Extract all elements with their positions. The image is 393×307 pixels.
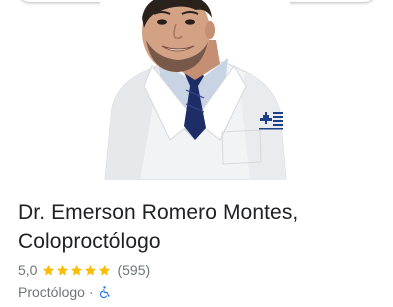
meta-row: Proctólogo · (18, 283, 111, 301)
star-icon (85, 264, 97, 275)
place-category: Proctólogo (18, 284, 85, 300)
doctor-photo[interactable] (100, 0, 290, 180)
separator: · (88, 284, 94, 300)
star-icon (57, 264, 69, 275)
rating-value: 5,0 (18, 262, 38, 278)
rating-row[interactable]: 5,0 (595) (18, 261, 150, 279)
place-title[interactable]: Dr. Emerson Romero Montes, Coloproctólog… (18, 198, 378, 256)
place-card: Dr. Emerson Romero Montes, Coloproctólog… (0, 0, 393, 307)
star-icon (43, 264, 55, 275)
star-rating (42, 264, 112, 277)
star-icon (71, 264, 83, 275)
review-count[interactable]: (595) (117, 262, 150, 278)
wheelchair-accessible-icon (99, 286, 110, 299)
doctor-name: Dr. Emerson Romero Montes, (18, 201, 299, 224)
star-icon (99, 264, 111, 275)
doctor-specialty: Coloproctólogo (18, 230, 161, 253)
